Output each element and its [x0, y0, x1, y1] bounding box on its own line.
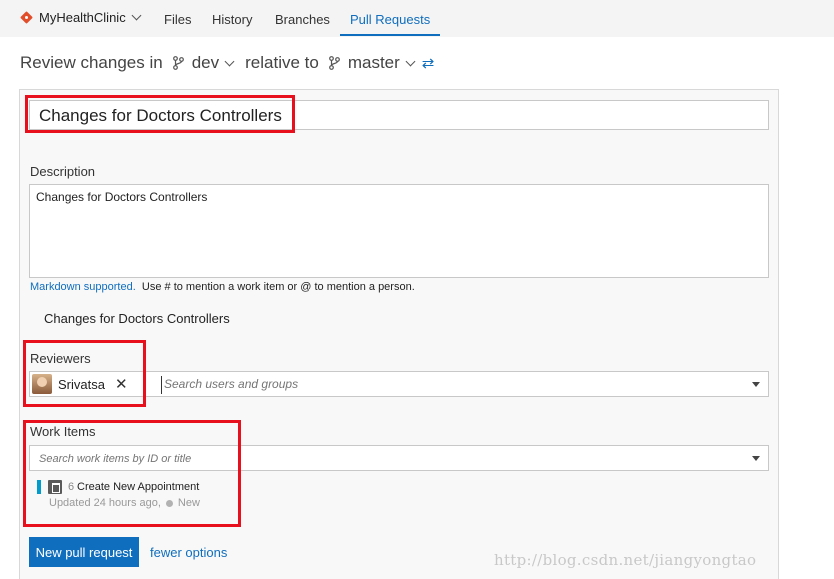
new-pull-request-button[interactable]: New pull request [29, 537, 139, 567]
target-branch-name: master [347, 53, 400, 72]
branch-icon [328, 56, 340, 70]
reviewer-name: Srivatsa [58, 376, 105, 392]
dropdown-arrow-icon[interactable] [752, 382, 760, 387]
work-item-title[interactable]: Create New Appointment [77, 481, 199, 493]
chevron-down-icon [224, 56, 235, 66]
text-cursor [161, 376, 162, 394]
description-preview: Changes for Doctors Controllers [44, 311, 230, 326]
top-nav: MyHealthClinic Files History Branches Pu… [0, 0, 834, 37]
fewer-options-link[interactable]: fewer options [150, 545, 227, 560]
work-item-meta: Updated 24 hours ago, New [49, 497, 200, 509]
work-items-picker[interactable] [29, 445, 769, 471]
work-items-label: Work Items [30, 424, 96, 439]
reviewer-search-input[interactable] [164, 377, 724, 391]
branch-icon [172, 56, 184, 70]
active-tab-indicator [340, 34, 440, 36]
remove-reviewer-icon[interactable]: ✕ [115, 377, 128, 392]
tab-branches[interactable]: Branches [275, 12, 330, 27]
reviewer-chip: Srivatsa ✕ [32, 374, 128, 394]
work-item-search-input[interactable] [39, 453, 719, 465]
repo-name: MyHealthClinic [39, 10, 126, 25]
tab-pull-requests[interactable]: Pull Requests [350, 12, 430, 27]
source-branch-name: dev [191, 53, 220, 72]
markdown-hint: Markdown supported. Use # to mention a w… [30, 281, 415, 293]
tab-files[interactable]: Files [164, 12, 191, 27]
dropdown-arrow-icon[interactable] [752, 456, 760, 461]
watermark: http://blog.csdn.net/jiangyongtao [494, 551, 757, 569]
avatar [32, 374, 52, 394]
tab-history[interactable]: History [212, 12, 252, 27]
work-item-id: 6 [68, 481, 75, 493]
description-label: Description [30, 164, 96, 179]
markdown-hint-text: Use # to mention a work item or @ to men… [141, 281, 415, 293]
markdown-supported-link[interactable]: Markdown supported. [30, 281, 136, 293]
chevron-down-icon [131, 10, 142, 21]
work-item[interactable]: 6 Create New Appointment Updated 24 hour… [37, 479, 237, 511]
work-item-type-icon [48, 480, 62, 494]
review-prefix: Review changes in [20, 53, 163, 72]
reviewers-picker[interactable]: Srivatsa ✕ [29, 371, 769, 397]
work-item-type-bar [37, 480, 41, 494]
chevron-down-icon [405, 56, 416, 66]
git-repo-icon [20, 11, 33, 24]
reviewers-label: Reviewers [30, 351, 91, 366]
source-branch-selector[interactable]: dev [172, 53, 235, 73]
work-item-state: New [177, 497, 200, 509]
repo-selector[interactable]: MyHealthClinic [20, 10, 142, 25]
title-input[interactable]: Changes for Doctors Controllers [29, 100, 769, 130]
state-dot-icon [165, 499, 173, 507]
target-branch-selector[interactable]: master [328, 53, 416, 73]
swap-branches-icon[interactable]: ⇄ [422, 54, 435, 72]
relative-to-text: relative to [245, 53, 319, 72]
work-item-updated: Updated 24 hours ago, [49, 497, 161, 509]
description-textarea[interactable]: Changes for Doctors Controllers [29, 184, 769, 278]
review-changes-bar: Review changes in dev relative to master… [20, 53, 434, 73]
